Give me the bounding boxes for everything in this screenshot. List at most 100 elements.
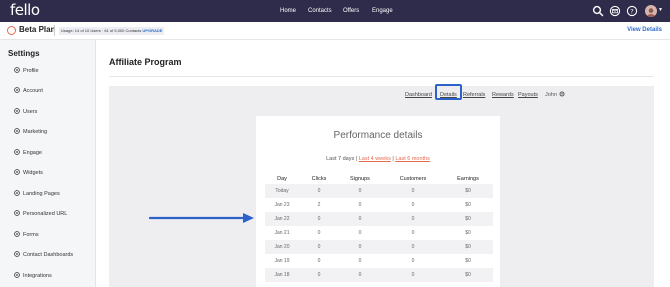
table-cell: 0 — [317, 216, 321, 222]
sidebar-item-label: Personalized URL — [23, 211, 68, 217]
sidebar-item-label: Engage — [23, 150, 42, 156]
help-icon[interactable]: ? — [626, 5, 638, 17]
table-cell: Jan 19 — [274, 258, 290, 264]
sidebar-item-contact-dashboards[interactable]: Contact Dashboards — [14, 250, 73, 260]
range-separator: | — [392, 156, 394, 162]
upgrade-link[interactable]: UPGRADE — [142, 28, 162, 33]
chevron-down-icon[interactable]: ▼ — [658, 7, 663, 13]
nav-home[interactable]: Home — [280, 0, 296, 22]
table-cell: $0 — [465, 216, 471, 222]
sidebar-item-label: Profile — [23, 68, 39, 74]
table-cell: $0 — [465, 230, 471, 236]
table-cell: 0 — [411, 244, 415, 250]
sidebar-item-forms[interactable]: Forms — [14, 230, 39, 240]
search-icon[interactable] — [592, 5, 604, 17]
user-name: John — [545, 92, 557, 98]
nav-contacts[interactable]: Contacts — [308, 0, 332, 22]
sidebar-item-marketing[interactable]: Marketing — [14, 127, 47, 137]
table-cell: 0 — [358, 202, 362, 208]
plan-bar: Beta Plan Usage: 14 of 10 Users · 61 of … — [0, 22, 670, 40]
sidebar-item-landing-pages[interactable]: Landing Pages — [14, 189, 60, 199]
sidebar-item-label: Account — [23, 88, 43, 94]
sidebar-item-label: Users — [23, 109, 38, 115]
column-header: Day — [277, 176, 287, 182]
nav-offers[interactable]: Offers — [343, 0, 359, 22]
arrow-annotation — [148, 213, 254, 223]
integrations-icon — [14, 272, 20, 278]
table-cell: 0 — [358, 188, 362, 194]
mail-icon[interactable] — [609, 5, 621, 17]
table-cell: Jan 23 — [274, 202, 290, 208]
table-cell: $0 — [465, 188, 471, 194]
table-cell: Jan 18 — [274, 272, 290, 278]
range-last-4-weeks[interactable]: Last 4 weeks — [359, 156, 391, 162]
table-cell: 2 — [317, 202, 321, 208]
table-cell: $0 — [465, 272, 471, 278]
table-cell: 0 — [317, 230, 321, 236]
nav-engage[interactable]: Engage — [372, 0, 393, 22]
sidebar-item-account[interactable]: Account — [14, 86, 43, 96]
sidebar-item-integrations[interactable]: Integrations — [14, 271, 52, 281]
view-details-link[interactable]: View Details — [627, 27, 662, 33]
sidebar-item-profile[interactable]: Profile — [14, 66, 39, 76]
table-cell: Today — [275, 188, 289, 194]
account-icon — [14, 87, 20, 93]
table-row: Today 0 0 0 $0 — [265, 184, 493, 198]
settings-title: Settings — [8, 49, 40, 58]
performance-card: Performance details Last 7 days | Last 4… — [256, 116, 500, 287]
column-header: Customers — [399, 176, 427, 182]
table-cell: 0 — [317, 244, 321, 250]
top-nav-bar: fello Home Contacts Offers Engage ? ▼ — [0, 0, 670, 22]
table-cell: 0 — [358, 244, 362, 250]
table-cell: $0 — [465, 202, 471, 208]
user-menu[interactable]: John — [545, 91, 565, 99]
grid-icon — [14, 210, 20, 216]
sidebar-item-label: Contact Dashboards — [23, 252, 74, 258]
table-row: Jan 21 0 0 0 $0 — [265, 226, 493, 240]
sidebar-item-label: Widgets — [23, 170, 43, 176]
table-cell: 0 — [411, 202, 415, 208]
table-row: Jan 18 0 0 0 $0 — [265, 268, 493, 282]
avatar-icon — [647, 8, 655, 17]
range-separator: | — [355, 156, 358, 162]
fello-logo[interactable]: fello — [10, 1, 40, 19]
table-cell: 0 — [411, 216, 415, 222]
page-title: Affiliate Program — [109, 57, 182, 67]
table-cell: 0 — [411, 272, 415, 278]
table-cell: 0 — [411, 188, 415, 194]
sidebar-item-users[interactable]: Users — [14, 107, 37, 117]
sidebar-item-widgets[interactable]: Widgets — [14, 168, 43, 178]
landing-pages-icon — [14, 190, 20, 196]
sidebar-item-personalized-url[interactable]: Personalized URL — [14, 209, 67, 219]
tab-payouts[interactable]: Payouts — [518, 91, 538, 99]
range-last-6-months[interactable]: Last 6 months — [395, 156, 430, 162]
table-cell: 0 — [358, 230, 362, 236]
usage-text: Usage: 14 of 10 Users · 61 of 5,000 Cont… — [61, 28, 142, 33]
table-cell: 0 — [317, 272, 321, 278]
tab-dashboard[interactable]: Dashboard — [405, 91, 432, 99]
range-last-7-days[interactable]: Last 7 days — [326, 156, 354, 162]
table-cell: 0 — [411, 258, 415, 264]
table-cell: 0 — [358, 272, 362, 278]
table-cell: Jan 21 — [274, 230, 290, 236]
avatar[interactable] — [645, 5, 657, 17]
sidebar-item-engage[interactable]: Engage — [14, 148, 42, 158]
dashboard-icon — [14, 251, 20, 257]
table-row: Jan 19 0 0 0 $0 — [265, 254, 493, 268]
tab-rewards[interactable]: Rewards — [492, 91, 514, 99]
tab-referrals[interactable]: Referrals — [463, 91, 485, 99]
sidebar-item-label: Forms — [23, 232, 39, 238]
table-row: Jan 20 0 0 0 $0 — [265, 240, 493, 254]
users-icon — [14, 108, 20, 114]
table-cell: 0 — [358, 216, 362, 222]
table-cell: Jan 20 — [274, 244, 290, 250]
engage-icon — [14, 149, 20, 155]
plan-icon — [7, 26, 16, 35]
divider — [54, 25, 55, 36]
sidebar-item-label: Marketing — [23, 129, 48, 135]
marketing-icon — [14, 128, 20, 134]
table-row: Jan 23 2 0 0 $0 — [265, 198, 493, 212]
table-cell: 0 — [317, 258, 321, 264]
column-header: Clicks — [311, 176, 327, 182]
range-selector: Last 7 days | Last 4 weeks | Last 6 mont… — [256, 156, 500, 162]
